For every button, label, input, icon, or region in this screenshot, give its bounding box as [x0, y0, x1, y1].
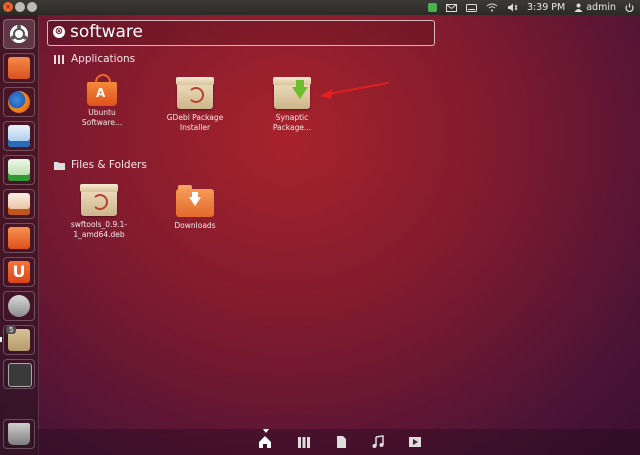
launcher-writer[interactable]	[3, 121, 35, 151]
search-query: software	[70, 22, 144, 42]
result-label-line2: Software...	[81, 118, 123, 127]
gear-icon	[8, 295, 30, 317]
highlight-arrow-icon	[320, 82, 389, 99]
debian-package-icon	[80, 184, 118, 216]
power-icon[interactable]	[625, 0, 634, 15]
search-icon[interactable]: ⊗	[53, 26, 65, 38]
launcher-system-settings[interactable]	[3, 291, 35, 321]
result-swftools-deb[interactable]: swftools_0.9.1- 1_amd64.deb	[58, 184, 140, 240]
software-update-icon[interactable]	[427, 0, 437, 15]
launcher-trash[interactable]	[3, 419, 35, 449]
close-window-button[interactable]: ×	[3, 2, 13, 12]
launcher-workspaces[interactable]	[3, 359, 35, 389]
calc-icon	[8, 159, 30, 181]
result-label-line1: GDebi Package	[166, 113, 224, 122]
workspaces-icon	[8, 363, 32, 387]
section-title: Applications	[71, 53, 136, 65]
firefox-icon	[8, 91, 30, 113]
launcher-files[interactable]	[3, 53, 35, 83]
video-lens-icon[interactable]	[408, 435, 422, 449]
clock[interactable]: 3:39 PM	[527, 0, 565, 15]
user-name: admin	[586, 2, 616, 13]
shopping-bag-icon: A	[87, 74, 117, 106]
trash-icon	[8, 423, 30, 445]
result-label-line2: Package...	[272, 123, 312, 132]
files-folders-icon	[54, 162, 65, 170]
launcher-software-center[interactable]	[3, 223, 35, 253]
network-icon[interactable]	[486, 0, 498, 15]
applications-icon	[54, 55, 64, 64]
launcher-impress[interactable]	[3, 189, 35, 219]
ubuntu-one-icon: U	[8, 261, 30, 283]
dash-home-button[interactable]	[3, 19, 35, 49]
section-files-folders[interactable]: Files & Folders	[54, 159, 147, 171]
indicator-area: 3:39 PM admin	[419, 0, 634, 15]
launcher-ubuntu-one[interactable]: U	[3, 257, 35, 287]
impress-icon	[8, 193, 30, 215]
volume-icon[interactable]	[507, 0, 518, 15]
dash-search-input[interactable]: ⊗ software	[47, 20, 435, 46]
result-gdebi[interactable]: GDebi Package Installer	[154, 77, 236, 133]
section-applications[interactable]: Applications	[54, 53, 135, 65]
ubuntu-logo-icon	[10, 25, 28, 43]
music-lens-icon[interactable]	[371, 435, 385, 449]
result-label-line1: Downloads	[174, 221, 216, 230]
maximize-window-button[interactable]	[27, 2, 37, 12]
synaptic-package-icon	[273, 77, 311, 109]
applications-lens-icon[interactable]	[297, 435, 311, 449]
software-center-icon	[8, 227, 30, 249]
top-panel: × 3:39 PM admin	[0, 0, 640, 15]
writer-icon	[8, 125, 30, 147]
lens-bar	[38, 429, 640, 455]
mail-icon[interactable]	[445, 0, 457, 15]
minimize-window-button[interactable]	[15, 2, 25, 12]
keyboard-icon[interactable]	[465, 0, 477, 15]
files-icon	[8, 57, 30, 79]
user-menu[interactable]: admin	[574, 0, 616, 15]
files-lens-icon[interactable]	[334, 435, 348, 449]
section-title: Files & Folders	[71, 159, 147, 171]
home-lens-icon[interactable]	[258, 429, 272, 449]
result-label-line2: 1_amd64.deb	[73, 230, 125, 239]
launcher: U 5	[0, 15, 39, 455]
result-ubuntu-software[interactable]: A Ubuntu Software...	[61, 74, 143, 128]
launcher-calc[interactable]	[3, 155, 35, 185]
downloads-folder-icon	[176, 183, 214, 217]
result-label-line2: Installer	[179, 123, 211, 132]
launcher-badge: 5	[6, 326, 17, 334]
running-indicator	[0, 337, 2, 342]
result-label-line1: Synaptic	[275, 113, 309, 122]
result-label-line1: Ubuntu	[88, 108, 116, 117]
launcher-firefox[interactable]	[3, 87, 35, 117]
debian-package-icon	[176, 77, 214, 109]
launcher-workspace-switcher[interactable]: 5	[3, 325, 35, 355]
result-label-line1: swftools_0.9.1-	[70, 220, 128, 229]
result-downloads[interactable]: Downloads	[154, 183, 236, 231]
